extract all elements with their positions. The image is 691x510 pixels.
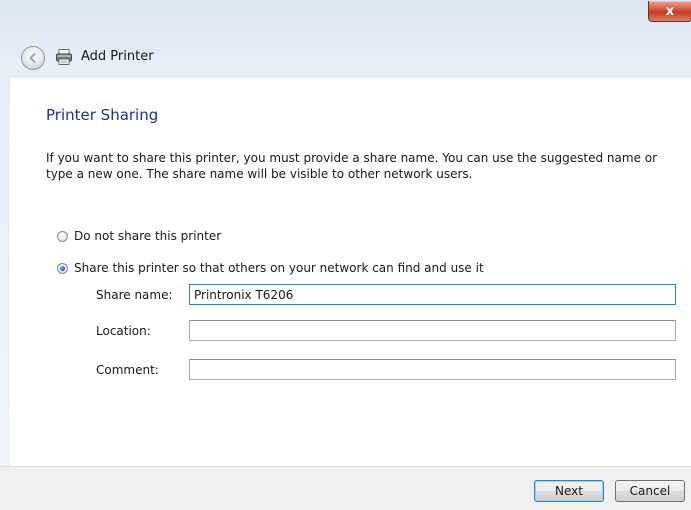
back-button[interactable]: [21, 46, 45, 70]
cancel-button[interactable]: Cancel: [615, 480, 685, 502]
no-share-radio[interactable]: [57, 230, 68, 242]
next-button[interactable]: Next: [534, 480, 604, 502]
no-share-option[interactable]: Do not share this printer: [57, 229, 221, 243]
navigation-bar: Add Printer: [0, 38, 691, 78]
back-arrow-icon: [29, 53, 36, 63]
share-radio[interactable]: [57, 262, 68, 274]
share-name-label: Share name:: [96, 288, 173, 302]
location-label: Location:: [96, 324, 151, 338]
share-label: Share this printer so that others on you…: [74, 261, 484, 275]
no-share-label: Do not share this printer: [74, 229, 222, 243]
share-option[interactable]: Share this printer so that others on you…: [57, 261, 484, 275]
window-title: Add Printer: [81, 49, 154, 64]
close-icon: x: [665, 3, 675, 19]
share-name-input[interactable]: [189, 284, 676, 305]
wizard-content: Printer Sharing If you want to share thi…: [10, 78, 691, 466]
button-bar: Next Cancel: [0, 466, 691, 510]
comment-input[interactable]: [189, 359, 676, 380]
page-heading: Printer Sharing: [46, 106, 159, 124]
printer-icon: [56, 49, 72, 65]
add-printer-dialog: x Add Printer Printer Sharing If you wan…: [0, 0, 691, 510]
comment-label: Comment:: [96, 363, 159, 377]
close-button[interactable]: x: [648, 1, 691, 22]
location-input[interactable]: [189, 320, 676, 341]
page-description: If you want to share this printer, you m…: [46, 151, 658, 181]
radio-selected-dot: [60, 265, 65, 271]
